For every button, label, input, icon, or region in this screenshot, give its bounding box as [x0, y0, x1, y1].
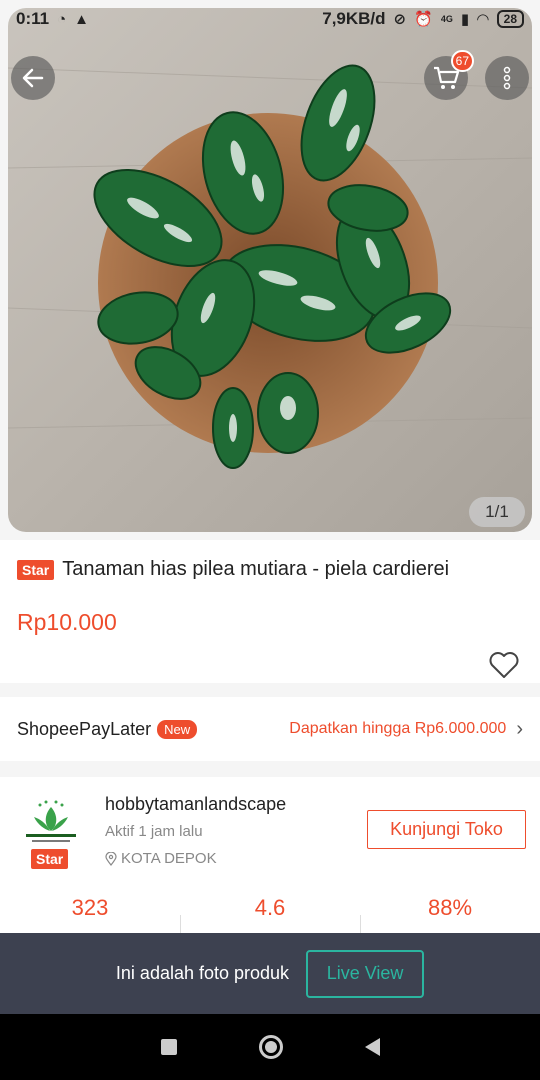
- shop-location: KOTA DEPOK: [105, 850, 217, 867]
- chat-notification-icon: ◔: [57, 10, 67, 28]
- product-title: Tanaman hias pilea mutiara - piela cardi…: [62, 558, 450, 580]
- product-photo-banner: Ini adalah foto produk Live View: [0, 933, 540, 1014]
- cart-button[interactable]: 67: [424, 50, 474, 100]
- signal-icon: ▮: [460, 11, 470, 28]
- new-badge: New: [157, 719, 198, 739]
- heart-icon[interactable]: [488, 651, 520, 679]
- star-seller-badge: Star: [17, 559, 55, 580]
- warning-icon: ▲: [74, 10, 90, 28]
- nav-recents-icon[interactable]: [160, 1039, 177, 1055]
- product-price: Rp10.000: [17, 609, 117, 635]
- product-info: Star Tanaman hias pilea mutiara - piela …: [0, 540, 540, 683]
- mute-icon: ⊘: [393, 11, 407, 28]
- shop-name[interactable]: hobbytamanlandscape: [105, 794, 286, 815]
- shop-stats: 323 4.6 88%: [0, 895, 540, 935]
- signal-label: 4G: [440, 14, 453, 24]
- network-speed: 7,9KB/d: [322, 9, 386, 28]
- banner-text: Ini adalah foto produk: [115, 963, 290, 983]
- cart-count-badge: 67: [450, 50, 474, 72]
- back-button[interactable]: [11, 56, 55, 100]
- shop-section: Star hobbytamanlandscape Aktif 1 jam lal…: [0, 777, 540, 937]
- more-vertical-icon: [503, 66, 511, 90]
- more-options-button[interactable]: [485, 56, 529, 100]
- shop-star-badge: Star: [31, 849, 69, 869]
- paylater-offer: Dapatkan hingga Rp6.000.000: [289, 720, 507, 737]
- shop-active-status: Aktif 1 jam lalu: [105, 823, 203, 840]
- alarm-icon: ⏰: [414, 11, 433, 28]
- paylater-label: ShopeePayLater: [17, 718, 152, 739]
- stat-chat-response: 88%: [360, 895, 540, 935]
- visit-shop-button[interactable]: Kunjungi Toko: [367, 810, 526, 849]
- nav-back-icon[interactable]: [364, 1038, 380, 1056]
- live-view-button[interactable]: Live View: [306, 949, 425, 998]
- chevron-right-icon: ›: [516, 717, 523, 740]
- status-bar: 0:11 ◔ ▲ 7,9KB/d ⊘ ⏰ 4G ▮ ◠ 28: [0, 0, 540, 38]
- stat-rating: 4.6: [180, 895, 360, 935]
- image-counter: 1/1: [469, 497, 525, 527]
- stat-products: 323: [71, 895, 109, 920]
- clock: 0:11: [16, 9, 50, 28]
- shop-location-text: KOTA DEPOK: [121, 850, 217, 867]
- wifi-icon: ◠: [477, 11, 489, 28]
- paylater-row[interactable]: ShopeePayLater New Dapatkan hingga Rp6.0…: [0, 697, 540, 761]
- shop-logo[interactable]: [22, 799, 80, 847]
- system-nav-bar: [0, 1014, 540, 1080]
- back-arrow-icon: [22, 68, 44, 88]
- nav-home-icon[interactable]: [258, 1035, 283, 1059]
- battery-icon: 28: [496, 10, 524, 28]
- location-pin-icon: [105, 851, 117, 866]
